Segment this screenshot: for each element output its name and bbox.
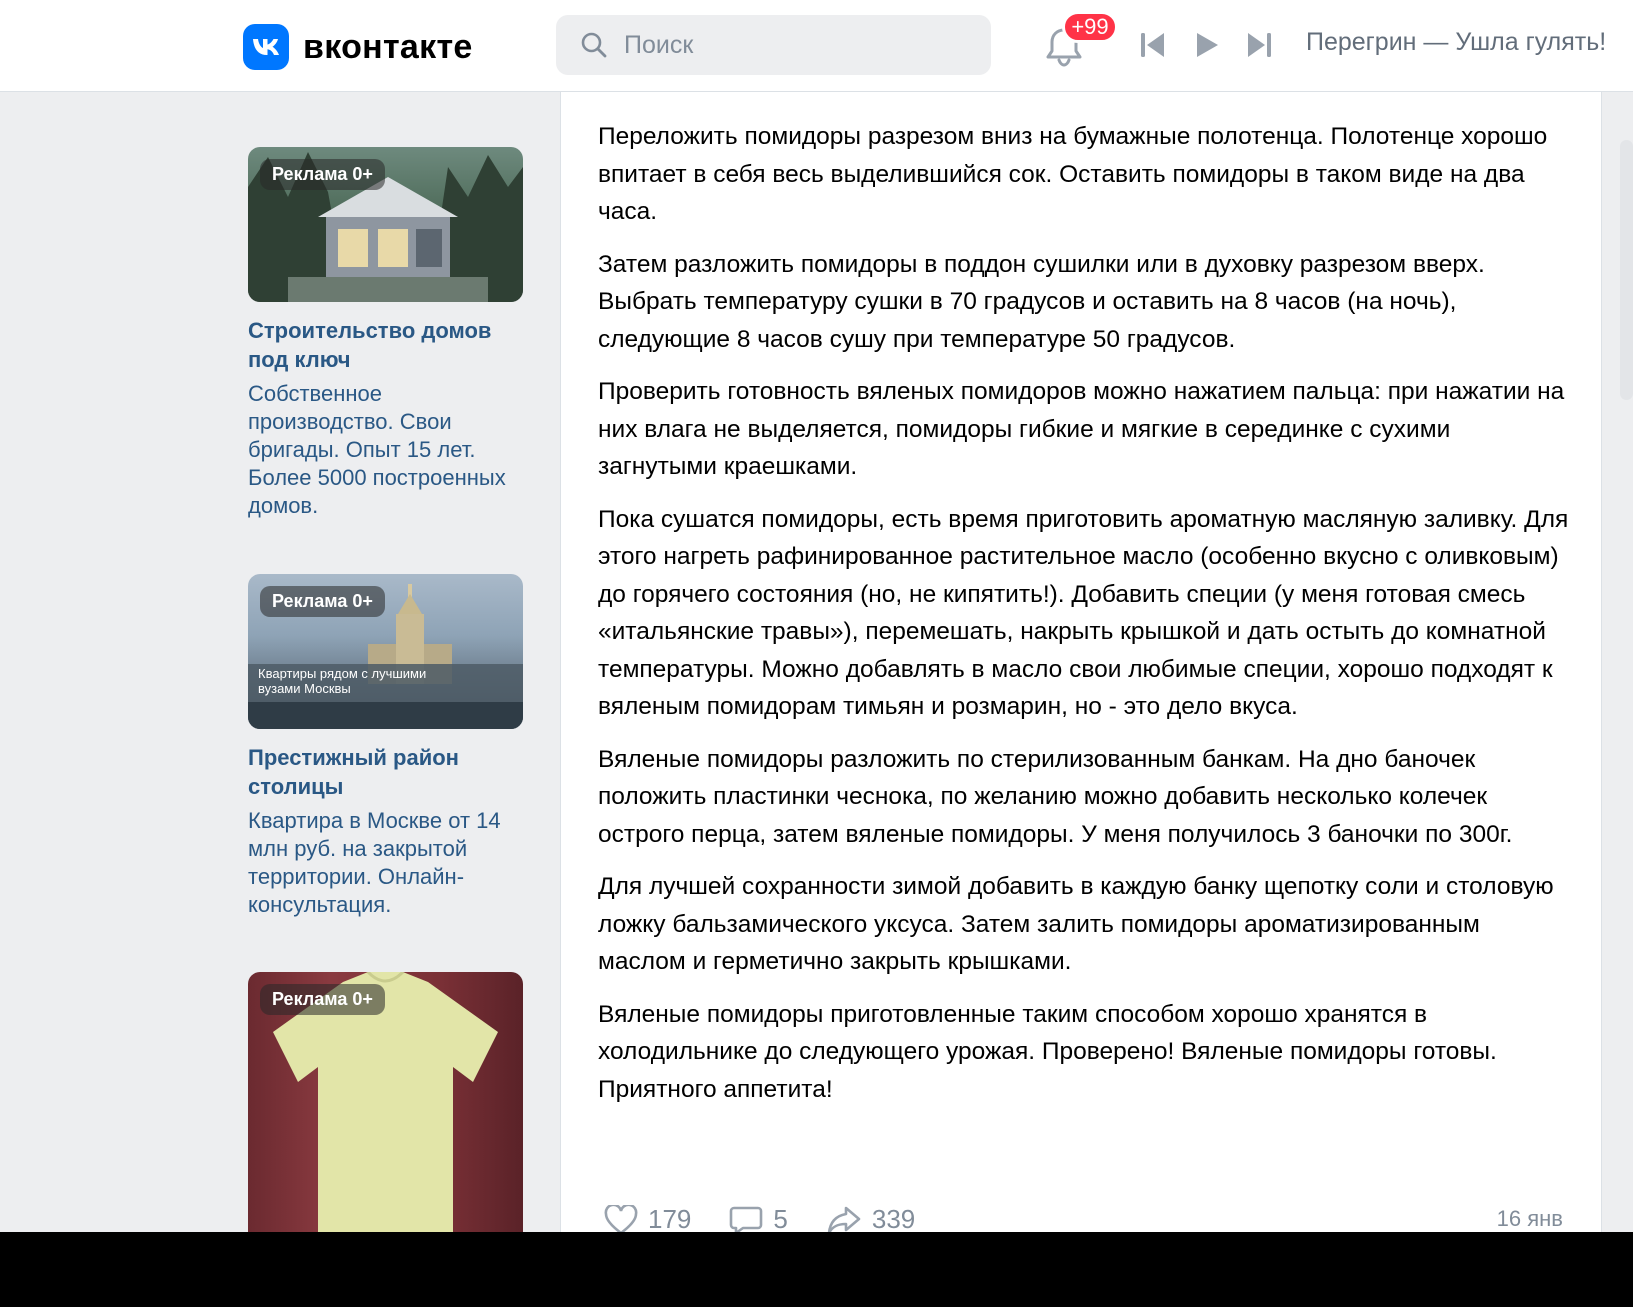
ad-title[interactable]: Строительство домов под ключ — [248, 316, 523, 374]
like-count: 179 — [648, 1204, 692, 1234]
search-input[interactable] — [622, 29, 966, 61]
now-playing-track[interactable]: Перегрин — Ушла гулять! — [1306, 28, 1606, 57]
top-header: вконтакте +99 Перегрин — Ушла гулять! — [0, 0, 1633, 92]
share-button[interactable]: 339 — [826, 1204, 915, 1235]
comment-count: 5 — [773, 1204, 788, 1234]
ad-description[interactable]: Собственное производство. Свои бригады. … — [248, 380, 523, 520]
like-button[interactable]: 179 — [604, 1204, 691, 1235]
post-paragraph: Переложить помидоры разрезом вниз на бум… — [598, 123, 1548, 225]
post-card: Переложить помидоры разрезом вниз на бум… — [560, 92, 1602, 1235]
post-text: Переложить помидоры разрезом вниз на бум… — [598, 118, 1573, 1123]
comment-icon — [730, 1206, 763, 1234]
ad-image-blouse[interactable]: Реклама 0+ — [248, 972, 523, 1232]
post-paragraph: Для лучшей сохранности зимой добавить в … — [598, 873, 1554, 975]
post-paragraph: Затем разложить помидоры в поддон сушилк… — [598, 250, 1485, 353]
ad-card-house[interactable]: Реклама 0+ Строительство домов под ключ … — [248, 147, 523, 520]
post-paragraph: Проверить готовность вяленых помидоров м… — [598, 378, 1565, 480]
comment-button[interactable]: 5 — [729, 1204, 788, 1235]
vk-logo-icon — [243, 24, 289, 70]
previous-track-icon[interactable] — [1139, 30, 1167, 65]
next-track-icon[interactable] — [1245, 30, 1273, 65]
search-box[interactable] — [556, 15, 991, 75]
ad-label: Реклама 0+ — [260, 984, 385, 1015]
post-paragraph: Вяленые помидоры приготовленные таким сп… — [598, 1000, 1497, 1103]
play-icon[interactable] — [1194, 30, 1220, 65]
logo-text: вконтакте — [303, 27, 473, 66]
ad-description[interactable]: Квартира в Москве от 14 млн руб. на закр… — [248, 807, 523, 919]
ad-image-house[interactable]: Реклама 0+ — [248, 147, 523, 302]
share-count: 339 — [871, 1204, 916, 1234]
notifications-badge: +99 — [1062, 11, 1118, 43]
ad-image-moscow[interactable]: Реклама 0+ Квартиры рядом с лучшими вуза… — [248, 574, 523, 729]
ad-label: Реклама 0+ — [260, 159, 385, 190]
ad-card-apartment[interactable]: Реклама 0+ Квартиры рядом с лучшими вуза… — [248, 574, 523, 919]
post-actions: 179 5 339 — [604, 1204, 915, 1235]
share-icon — [827, 1206, 861, 1234]
post-paragraph: Пока сушатся помидоры, есть время пригот… — [598, 505, 1569, 721]
heart-icon — [604, 1204, 638, 1235]
bottom-black-bar — [0, 1232, 1633, 1307]
vk-logo[interactable]: вконтакте — [243, 24, 473, 70]
ad-label: Реклама 0+ — [260, 586, 385, 617]
ad-card-clothing[interactable]: Реклама 0+ — [248, 972, 523, 1232]
ad-title[interactable]: Престижный район столицы — [248, 743, 523, 801]
ad-image-caption: Квартиры рядом с лучшими вузами Москвы — [258, 666, 427, 696]
post-paragraph: Вяленые помидоры разложить по стерилизов… — [598, 745, 1513, 848]
search-icon — [581, 32, 607, 58]
right-scroll-edge[interactable] — [1620, 140, 1633, 400]
post-date[interactable]: 16 янв — [1497, 1206, 1563, 1232]
